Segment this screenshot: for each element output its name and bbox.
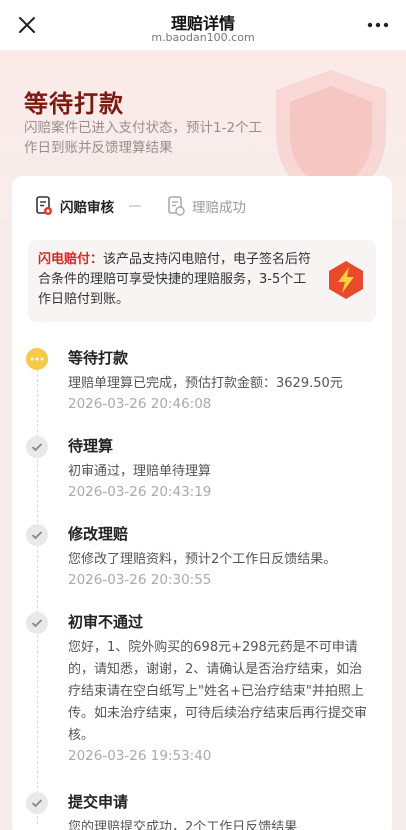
timeline-title: 初审不通过 <box>68 613 144 631</box>
pending-dot-icon <box>26 348 48 370</box>
page-url: m.baodan100.com <box>151 31 255 44</box>
timeline-desc: 您好，1、院外购买的698元+298元药是不可申请的，请知悉，谢谢，2、请确认是… <box>68 640 368 743</box>
check-icon <box>26 524 48 546</box>
timeline-desc: 初审通过，理赔单待理算 <box>68 464 212 479</box>
flash-payout-notice: 闪电赔付：该产品支持闪电赔付，电子签名后符合条件的理赔可享受快捷的理赔服务，3-… <box>28 240 376 322</box>
check-icon <box>26 436 48 458</box>
step-label: 闪赔审核 <box>60 200 114 216</box>
timeline-title: 提交申请 <box>68 793 129 811</box>
check-icon <box>26 792 48 814</box>
top-nav-bar: 理赔详情 m.baodan100.com <box>0 0 406 50</box>
lightning-icon <box>329 261 363 299</box>
document-review-icon <box>36 196 52 215</box>
step-claim-success: 理赔成功 <box>166 192 246 220</box>
timeline-title: 等待打款 <box>68 349 129 367</box>
timeline-track <box>37 364 38 824</box>
step-divider <box>129 205 141 207</box>
timeline-title: 修改理赔 <box>68 525 129 543</box>
timeline-desc: 您的理赔提交成功，2个工作日反馈结果 <box>68 820 298 830</box>
timeline-time: 2026-03-26 20:43:19 <box>68 484 212 500</box>
timeline-time: 2026-03-26 20:30:55 <box>68 572 212 588</box>
timeline-time: 2026-03-26 20:46:08 <box>68 396 212 412</box>
step-label: 理赔成功 <box>192 200 246 216</box>
detail-card: 闪赔审核 理赔成功 闪电赔付：该产品支持闪电赔付，电子签名后符合条件的理赔可享受… <box>12 176 392 830</box>
notice-text: 闪电赔付：该产品支持闪电赔付，电子签名后符合条件的理赔可享受快捷的理赔服务，3-… <box>38 250 318 310</box>
status-description: 闪赔案件已进入支付状态，预计1-2个工作日到账并反馈理算结果 <box>24 120 263 156</box>
step-flash-review: 闪赔审核 <box>34 192 114 220</box>
timeline-desc: 您修改了理赔资料，预计2个工作日反馈结果。 <box>68 552 337 567</box>
timeline-time: 2026-03-26 19:53:40 <box>68 748 212 764</box>
notice-highlight: 闪电赔付： <box>38 252 104 267</box>
progress-steps: 闪赔审核 理赔成功 <box>34 192 374 220</box>
timeline-desc: 理赔单理算已完成，预估打款金额：3629.50元 <box>68 376 343 391</box>
claim-status: 等待打款 <box>24 90 124 118</box>
timeline-title: 待理算 <box>68 437 114 455</box>
document-success-icon <box>168 196 185 216</box>
more-icon[interactable] <box>364 14 392 36</box>
check-icon <box>26 612 48 634</box>
